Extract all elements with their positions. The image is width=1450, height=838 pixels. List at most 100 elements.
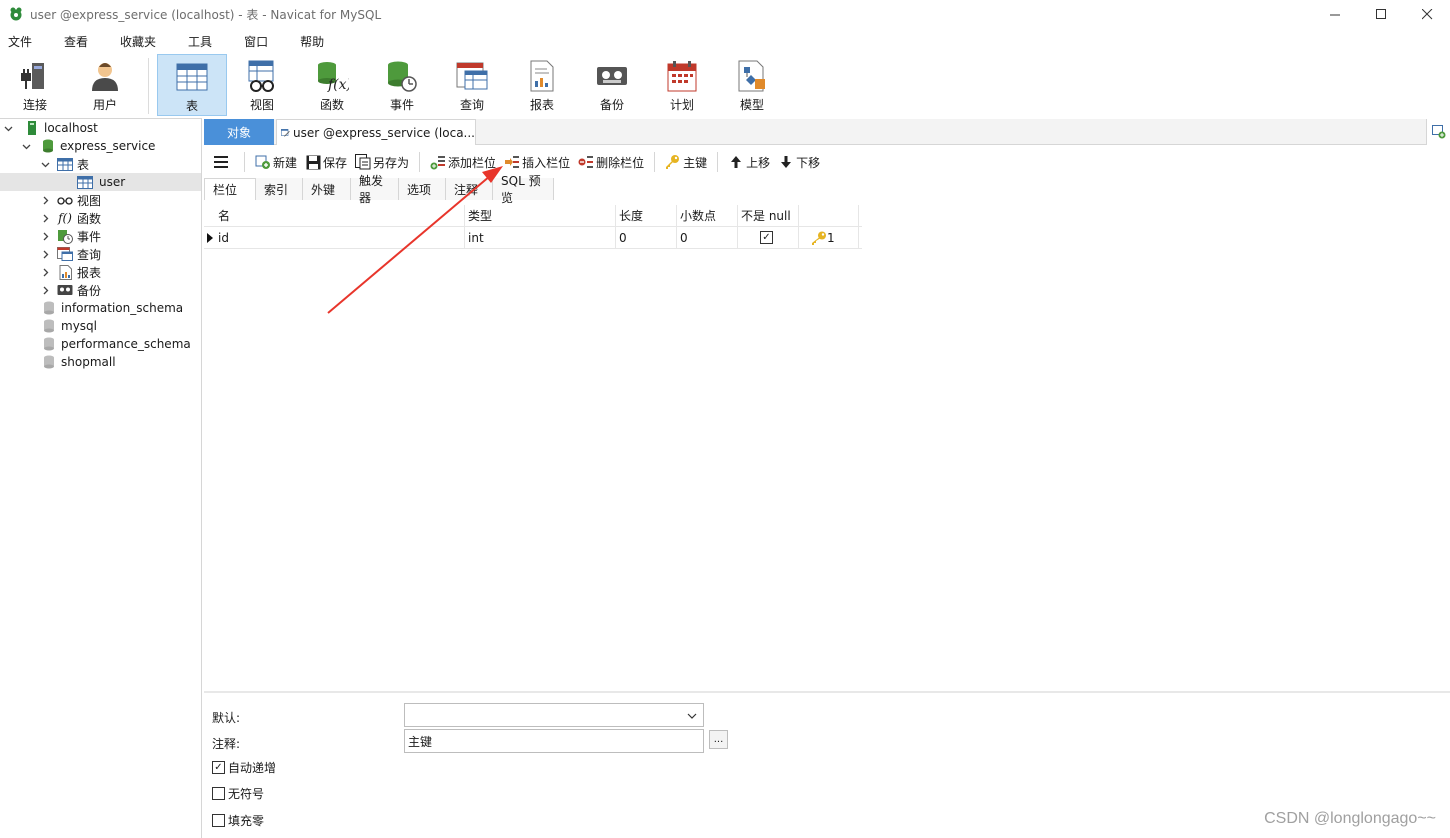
checkbox-unchecked[interactable] xyxy=(212,787,225,800)
toolbar-query-button[interactable]: 查询 xyxy=(437,54,507,116)
toolbar-user-button[interactable]: 用户 xyxy=(70,54,140,116)
column-header-decimals[interactable]: 小数点 xyxy=(677,205,738,226)
checkbox-unchecked[interactable] xyxy=(212,814,225,827)
maximize-icon[interactable] xyxy=(1358,0,1404,28)
menu-help[interactable]: 帮助 xyxy=(292,33,332,50)
save-icon xyxy=(305,154,321,170)
arrow-down-icon xyxy=(778,154,794,170)
column-header-type[interactable]: 类型 xyxy=(465,205,616,226)
chevron-right-icon[interactable] xyxy=(39,214,51,223)
unsigned-checkbox[interactable]: 无符号 xyxy=(212,785,264,802)
move-down-button[interactable]: 下移 xyxy=(774,151,824,173)
chevron-right-icon[interactable] xyxy=(39,250,51,259)
field-key-cell: 1 xyxy=(799,227,859,248)
chevron-down-icon[interactable] xyxy=(2,124,14,133)
add-field-button[interactable]: 添加栏位 xyxy=(426,151,500,173)
tree-folder-reports[interactable]: 报表 xyxy=(0,263,201,281)
toolbar-model-button[interactable]: 模型 xyxy=(717,54,787,116)
new-button[interactable]: 新建 xyxy=(251,151,301,173)
toolbar-view-button[interactable]: 视图 xyxy=(227,54,297,116)
field-type-cell[interactable]: int xyxy=(465,227,616,248)
field-length-cell[interactable]: 0 xyxy=(616,227,677,248)
default-select[interactable] xyxy=(404,703,704,727)
toolbar-label: 视图 xyxy=(249,98,274,112)
tree-database-express-service[interactable]: express_service xyxy=(0,137,201,155)
report-icon xyxy=(524,58,560,94)
close-icon[interactable] xyxy=(1404,0,1450,28)
insert-field-button[interactable]: 插入栏位 xyxy=(500,151,574,173)
primary-key-button[interactable]: 主键 xyxy=(661,151,711,173)
toolbar-label: 备份 xyxy=(599,98,624,112)
comment-expand-button[interactable]: ... xyxy=(709,730,728,749)
column-header-name[interactable]: 名 xyxy=(204,205,465,226)
zerofill-checkbox[interactable]: 填充零 xyxy=(212,812,264,829)
toolbar-report-button[interactable]: 报表 xyxy=(507,54,577,116)
tab-foreign-keys[interactable]: 外键 xyxy=(303,178,351,200)
menu-window[interactable]: 窗口 xyxy=(236,33,276,50)
tab-triggers[interactable]: 触发器 xyxy=(351,174,399,205)
column-header-key[interactable] xyxy=(799,205,859,226)
table-row[interactable]: id int 0 0 ✓ 1 xyxy=(204,227,862,249)
toolbar-event-button[interactable]: 事件 xyxy=(367,54,437,116)
menu-favorites[interactable]: 收藏夹 xyxy=(112,33,164,50)
main-toolbar: 连接 用户 表 视图 f(x 函数 事件 查询 报表 备份 计划 模型 xyxy=(0,54,1450,118)
checkbox-checked[interactable]: ✓ xyxy=(212,761,225,774)
chevron-down-icon[interactable] xyxy=(39,160,51,169)
tree-folder-views[interactable]: 视图 xyxy=(0,191,201,209)
delete-field-icon xyxy=(578,154,594,170)
hamburger-menu-icon[interactable] xyxy=(204,151,238,173)
tab-table-designer[interactable]: user @express_service (loca... xyxy=(276,119,476,145)
save-button[interactable]: 保存 xyxy=(301,151,351,173)
move-up-button[interactable]: 上移 xyxy=(724,151,774,173)
tree-database-information-schema[interactable]: information_schema xyxy=(0,299,201,317)
tab-fields[interactable]: 栏位 xyxy=(204,178,256,200)
tab-objects[interactable]: 对象 xyxy=(204,119,274,145)
chevron-down-icon[interactable] xyxy=(20,142,32,151)
chevron-down-icon xyxy=(687,713,697,719)
tab-options[interactable]: 选项 xyxy=(399,178,446,200)
tab-indexes[interactable]: 索引 xyxy=(256,178,303,200)
toolbar-connection-button[interactable]: 连接 xyxy=(0,54,70,116)
window-controls xyxy=(1312,0,1450,28)
tree-folder-backups[interactable]: 备份 xyxy=(0,281,201,299)
not-null-checkbox[interactable]: ✓ xyxy=(760,231,773,244)
field-decimals-cell[interactable]: 0 xyxy=(677,227,738,248)
toolbar-function-button[interactable]: f(x) 函数 xyxy=(297,54,367,116)
toolbar-table-button[interactable]: 表 xyxy=(157,54,227,116)
tab-sql-preview[interactable]: SQL 预览 xyxy=(493,174,554,205)
column-header-not-null[interactable]: 不是 null xyxy=(738,205,799,226)
toolbar-label: 事件 xyxy=(389,98,414,112)
tree-folder-events[interactable]: 事件 xyxy=(0,227,201,245)
toolbar-backup-button[interactable]: 备份 xyxy=(577,54,647,116)
tree-connection-localhost[interactable]: localhost xyxy=(0,119,201,137)
tree-database-shopmall[interactable]: shopmall xyxy=(0,353,201,371)
toolbar-separator xyxy=(654,152,656,172)
new-object-icon[interactable] xyxy=(1426,119,1450,145)
chevron-right-icon[interactable] xyxy=(39,286,51,295)
tab-comment[interactable]: 注释 xyxy=(446,178,493,200)
button-label: 另存为 xyxy=(373,155,410,170)
toolbar-schedule-button[interactable]: 计划 xyxy=(647,54,717,116)
comment-input[interactable]: 主键 xyxy=(404,729,704,753)
chevron-right-icon[interactable] xyxy=(39,268,51,277)
connection-icon xyxy=(17,58,53,94)
menu-file[interactable]: 文件 xyxy=(0,33,40,50)
chevron-right-icon[interactable] xyxy=(39,232,51,241)
field-not-null-cell[interactable]: ✓ xyxy=(738,227,799,248)
event-icon xyxy=(57,228,73,244)
column-header-length[interactable]: 长度 xyxy=(616,205,677,226)
auto-increment-checkbox[interactable]: ✓ 自动递增 xyxy=(212,759,276,776)
tree-table-user[interactable]: user xyxy=(0,173,201,191)
save-as-button[interactable]: 另存为 xyxy=(351,151,413,173)
tree-folder-tables[interactable]: 表 xyxy=(0,155,201,173)
field-name-cell[interactable]: id xyxy=(204,227,465,248)
menu-tools[interactable]: 工具 xyxy=(180,33,220,50)
delete-field-button[interactable]: 删除栏位 xyxy=(574,151,648,173)
menu-view[interactable]: 查看 xyxy=(56,33,96,50)
chevron-right-icon[interactable] xyxy=(39,196,51,205)
tree-database-mysql[interactable]: mysql xyxy=(0,317,201,335)
tree-folder-functions[interactable]: f() 函数 xyxy=(0,209,201,227)
tree-folder-queries[interactable]: 查询 xyxy=(0,245,201,263)
tree-database-performance-schema[interactable]: performance_schema xyxy=(0,335,201,353)
minimize-icon[interactable] xyxy=(1312,0,1358,28)
